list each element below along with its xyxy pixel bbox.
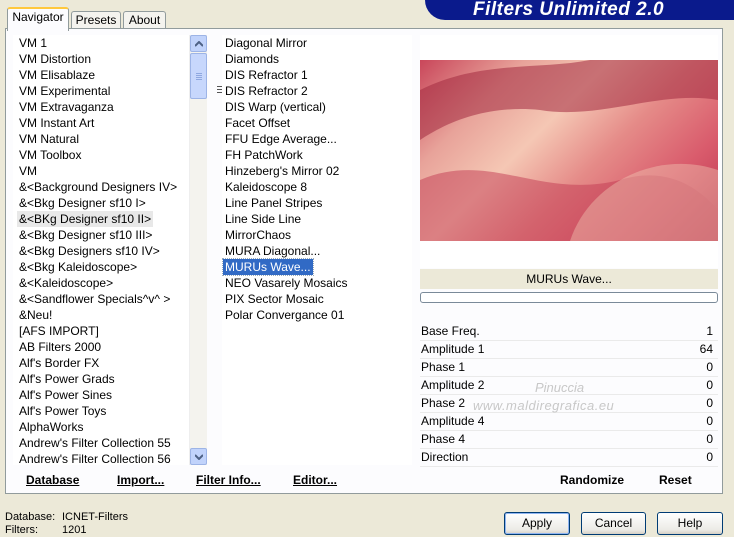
database-button[interactable]: Database (26, 473, 79, 487)
category-item[interactable]: Alf's Power Sines (17, 387, 114, 403)
watermark-name: Pinuccia (535, 380, 585, 395)
parameter-label: Phase 2 (421, 396, 466, 410)
category-item[interactable]: &<Kaleidoscope> (17, 275, 115, 291)
category-item[interactable]: &<Bkg Kaleidoscope> (17, 259, 139, 275)
category-item[interactable]: Andrew's Filter Collection 56 (17, 451, 173, 465)
category-item[interactable]: VM Extravaganza (17, 99, 116, 115)
category-item[interactable]: Alf's Power Grads (17, 371, 117, 387)
category-item[interactable]: &<Bkg Designer sf10 I> (17, 195, 148, 211)
filter-item[interactable]: MirrorChaos (223, 227, 293, 243)
category-item[interactable]: VM Instant Art (17, 115, 96, 131)
parameter-label: Amplitude 1 (421, 342, 485, 356)
parameter-value[interactable]: 0 (706, 448, 713, 466)
filter-item[interactable]: PIX Sector Mosaic (223, 291, 326, 307)
filter-item[interactable]: Hinzeberg's Mirror 02 (223, 163, 341, 179)
app-title: Filters Unlimited 2.0 (473, 0, 665, 20)
parameter-row[interactable]: Phase 1 0 (420, 358, 718, 377)
filter-item[interactable]: Polar Convergance 01 (223, 307, 346, 323)
parameter-label: Direction (421, 450, 469, 464)
category-item[interactable]: VM Elisablaze (17, 67, 97, 83)
category-item[interactable]: Alf's Border FX (17, 355, 101, 371)
filter-item[interactable]: Diagonal Mirror (223, 35, 309, 51)
category-item[interactable]: AB Filters 2000 (17, 339, 103, 355)
parameter-value[interactable]: 64 (700, 340, 713, 358)
category-item[interactable]: &Neu! (17, 307, 54, 323)
parameter-value[interactable]: 0 (706, 430, 713, 448)
filter-item[interactable]: DIS Refractor 2 (223, 83, 310, 99)
parameter-label: Amplitude 4 (421, 414, 485, 428)
database-value: ICNET-Filters (62, 511, 128, 523)
selected-filter-name: MURUs Wave... (420, 269, 718, 289)
filters-count: 1201 (62, 524, 87, 536)
help-button[interactable]: Help (657, 512, 723, 535)
parameter-row[interactable]: Amplitude 1 64 (420, 340, 718, 359)
parameter-value[interactable]: 1 (706, 322, 713, 340)
title-banner: Filters Unlimited 2.0 (425, 0, 734, 20)
apply-button[interactable]: Apply (504, 512, 570, 535)
scroll-thumb[interactable] (190, 53, 207, 99)
chevron-down-icon (195, 454, 203, 460)
tab-presets[interactable]: Presets (71, 11, 121, 29)
filter-item[interactable]: Diamonds (223, 51, 281, 67)
category-scrollbar[interactable] (189, 35, 207, 465)
parameter-value[interactable]: 0 (706, 412, 713, 430)
category-item[interactable]: &<Bkg Designers sf10 IV> (17, 243, 162, 259)
category-item[interactable]: &<BKg Designer sf10 II> (17, 211, 154, 227)
progress-bar (420, 292, 718, 303)
category-item[interactable]: VM Natural (17, 131, 81, 147)
filter-item[interactable]: Line Panel Stripes (223, 195, 324, 211)
randomize-button[interactable]: Randomize (560, 473, 624, 487)
filters-label: Filters: (5, 524, 38, 536)
parameter-label: Phase 4 (421, 432, 466, 446)
filter-item[interactable]: DIS Warp (vertical) (223, 99, 328, 115)
parameter-label: Base Freq. (421, 324, 480, 338)
category-item[interactable]: VM Experimental (17, 83, 112, 99)
preview-image (420, 60, 718, 241)
parameter-value[interactable]: 0 (706, 376, 713, 394)
category-item[interactable]: &<Background Designers IV> (17, 179, 179, 195)
parameter-row[interactable]: Direction 0 (420, 448, 718, 467)
filter-list[interactable]: Diagonal Mirror Diamonds DIS Refractor 1 DI… (222, 35, 412, 465)
filter-item[interactable]: MURA Diagonal... (223, 243, 322, 259)
parameter-row[interactable]: Phase 4 0 (420, 430, 718, 449)
filter-item[interactable]: MURUs Wave... (222, 258, 314, 276)
filter-item[interactable]: Facet Offset (223, 115, 292, 131)
scroll-down-button[interactable] (190, 448, 207, 465)
tab-navigator[interactable]: Navigator (7, 7, 69, 31)
filter-info-button[interactable]: Filter Info... (196, 473, 261, 487)
parameter-row[interactable]: Base Freq. 1 (420, 322, 718, 341)
parameter-value[interactable]: 0 (706, 394, 713, 412)
category-item[interactable]: VM Toolbox (17, 147, 83, 163)
category-list[interactable]: VM 1 VM Distortion VM Elisablaze VM Experim… (13, 35, 189, 465)
database-label: Database: (5, 511, 56, 523)
filter-item[interactable]: NEO Vasarely Mosaics (223, 275, 349, 291)
category-item[interactable]: Andrew's Filter Collection 55 (17, 435, 173, 451)
cancel-button[interactable]: Cancel (581, 512, 646, 535)
category-item[interactable]: VM (17, 163, 39, 179)
chevron-up-icon (195, 41, 203, 47)
category-item[interactable]: &<Bkg Designer sf10 III> (17, 227, 154, 243)
filter-item[interactable]: Kaleidoscope 8 (223, 179, 309, 195)
filter-item[interactable]: Line Side Line (223, 211, 303, 227)
scroll-up-button[interactable] (190, 35, 207, 52)
watermark-url: www.maldiregrafica.eu (473, 398, 615, 413)
category-item[interactable]: VM Distortion (17, 51, 93, 67)
filter-item[interactable]: FFU Edge Average... (223, 131, 339, 147)
parameter-row[interactable]: Amplitude 4 0 (420, 412, 718, 431)
reset-button[interactable]: Reset (659, 473, 692, 487)
category-item[interactable]: AlphaWorks (17, 419, 85, 435)
category-item[interactable]: &<Sandflower Specials^v^ > (17, 291, 172, 307)
category-item[interactable]: VM 1 (17, 35, 49, 51)
parameter-label: Phase 1 (421, 360, 466, 374)
import-button[interactable]: Import... (117, 473, 164, 487)
category-item[interactable]: [AFS IMPORT] (17, 323, 101, 339)
parameter-label: Amplitude 2 (421, 378, 485, 392)
editor-button[interactable]: Editor... (293, 473, 337, 487)
parameter-value[interactable]: 0 (706, 358, 713, 376)
filter-item[interactable]: FH PatchWork (223, 147, 305, 163)
tab-about[interactable]: About (123, 11, 166, 29)
filter-item[interactable]: DIS Refractor 1 (223, 67, 310, 83)
category-item[interactable]: Alf's Power Toys (17, 403, 108, 419)
